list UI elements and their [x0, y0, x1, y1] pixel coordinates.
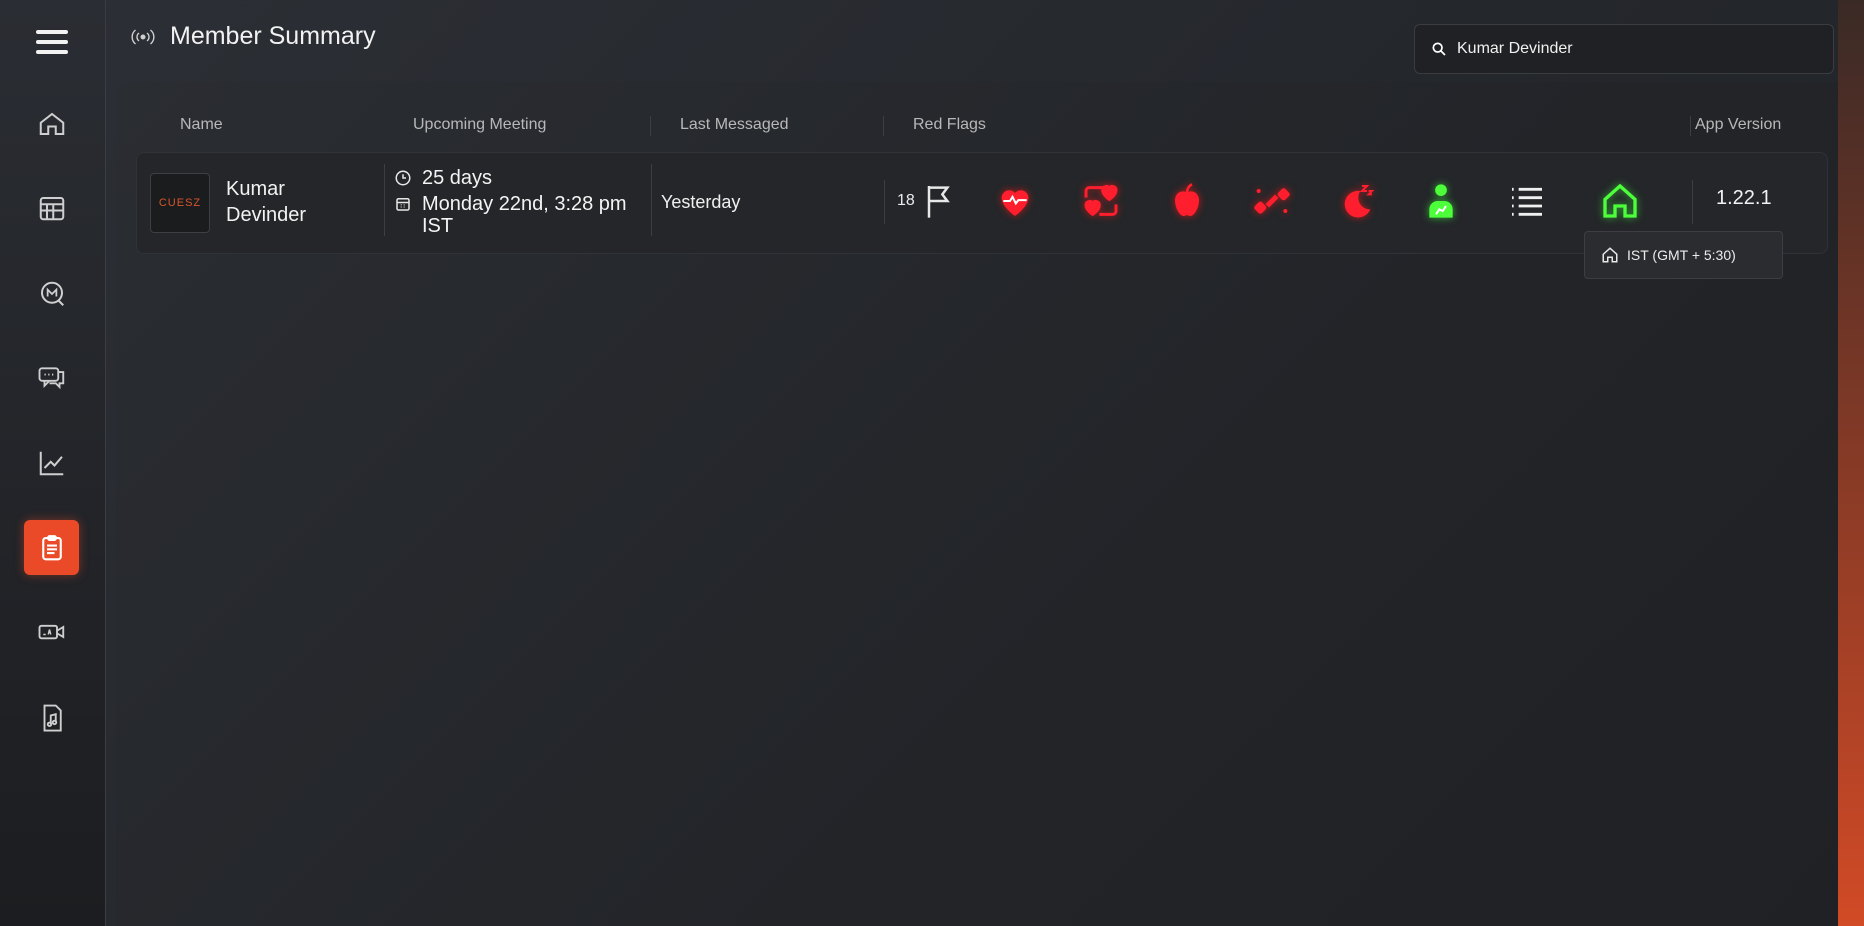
trend-chart-icon: [39, 451, 63, 475]
search-box[interactable]: [1414, 24, 1834, 74]
column-divider: [1690, 116, 1691, 136]
red-flag-count: 18: [897, 192, 915, 209]
heart-exchange-icon: [1084, 184, 1118, 217]
page-title: Member Summary: [170, 22, 376, 50]
audio-file-icon: [43, 704, 62, 731]
sidebar-item-chat[interactable]: [24, 349, 79, 404]
meeting-countdown: 25 days: [394, 167, 492, 189]
sidebar: [0, 0, 106, 926]
caregiver-flag[interactable]: [1418, 178, 1464, 224]
app-version-value: 1.22.1: [1716, 187, 1772, 209]
heart-pulse-icon: [1001, 190, 1029, 216]
member-name[interactable]: Kumar Devinder: [226, 176, 346, 228]
meeting-timezone-text: IST: [422, 215, 454, 237]
message-m-icon: [40, 281, 64, 306]
timezone-tooltip-text: IST (GMT + 5:30): [1627, 247, 1736, 263]
row-divider: [384, 164, 385, 236]
column-header-upcoming-meeting[interactable]: Upcoming Meeting: [413, 116, 546, 134]
broadcast-icon: [131, 28, 155, 45]
home-icon: [39, 112, 64, 135]
person-icon: [1429, 184, 1453, 218]
clock-icon: [395, 170, 411, 186]
search-input[interactable]: [1457, 40, 1817, 58]
table-row[interactable]: [136, 152, 1828, 254]
details-list-button[interactable]: [1504, 178, 1550, 224]
chat-icon: [38, 366, 64, 389]
meeting-countdown-text: 25 days: [422, 167, 493, 189]
timezone-tooltip: IST (GMT + 5:30): [1584, 231, 1783, 279]
column-divider: [883, 116, 884, 136]
heart-rate-flag[interactable]: [992, 178, 1038, 224]
heart-sync-flag[interactable]: [1078, 178, 1124, 224]
page-header: Member Summary: [130, 22, 376, 51]
column-header-red-flags[interactable]: Red Flags: [913, 116, 986, 134]
calendar-icon: [39, 196, 64, 220]
meeting-date: Monday 22nd, 3:28 pm IST: [394, 193, 627, 237]
flag-icon-button[interactable]: [916, 178, 962, 224]
row-divider: [884, 180, 885, 224]
calendar-small-icon: [396, 198, 410, 211]
column-header-name[interactable]: Name: [180, 116, 223, 134]
nutrition-flag[interactable]: [1164, 178, 1210, 224]
sidebar-item-home[interactable]: [24, 96, 79, 151]
column-header-app-version[interactable]: App Version: [1695, 116, 1781, 134]
list-icon: [1512, 187, 1542, 216]
flag-icon: [927, 186, 950, 218]
hamburger-menu-icon[interactable]: [36, 30, 68, 60]
sidebar-item-audio-file[interactable]: [24, 690, 79, 745]
home-icon: [1603, 183, 1637, 218]
sleep-flag[interactable]: [1334, 178, 1380, 224]
dumbbell-icon: [1254, 188, 1290, 214]
column-header-last-messaged[interactable]: Last Messaged: [680, 116, 789, 134]
home-icon: [1602, 247, 1618, 263]
exercise-flag[interactable]: [1249, 178, 1295, 224]
meeting-date-text: Monday 22nd, 3:28 pm: [422, 193, 627, 215]
avatar-logo-text: CUESZ: [158, 197, 202, 209]
sidebar-item-member-summary[interactable]: [24, 520, 79, 575]
row-divider: [651, 164, 652, 236]
search-icon: [1432, 42, 1446, 56]
last-messaged-value: Yesterday: [661, 192, 741, 212]
clipboard-icon: [41, 534, 62, 560]
sidebar-item-messages[interactable]: [24, 266, 79, 321]
sidebar-item-analytics[interactable]: [24, 435, 79, 490]
sidebar-item-video[interactable]: [24, 604, 79, 659]
right-accent-bar: [1838, 0, 1864, 926]
avatar: CUESZ: [150, 173, 210, 233]
apple-icon: [1175, 183, 1199, 216]
video-call-icon: [38, 624, 64, 639]
moon-sleep-icon: [1344, 185, 1375, 218]
home-status-button[interactable]: [1597, 178, 1643, 224]
column-divider: [650, 116, 651, 136]
sidebar-item-calendar[interactable]: [24, 180, 79, 235]
row-divider: [1692, 180, 1693, 224]
